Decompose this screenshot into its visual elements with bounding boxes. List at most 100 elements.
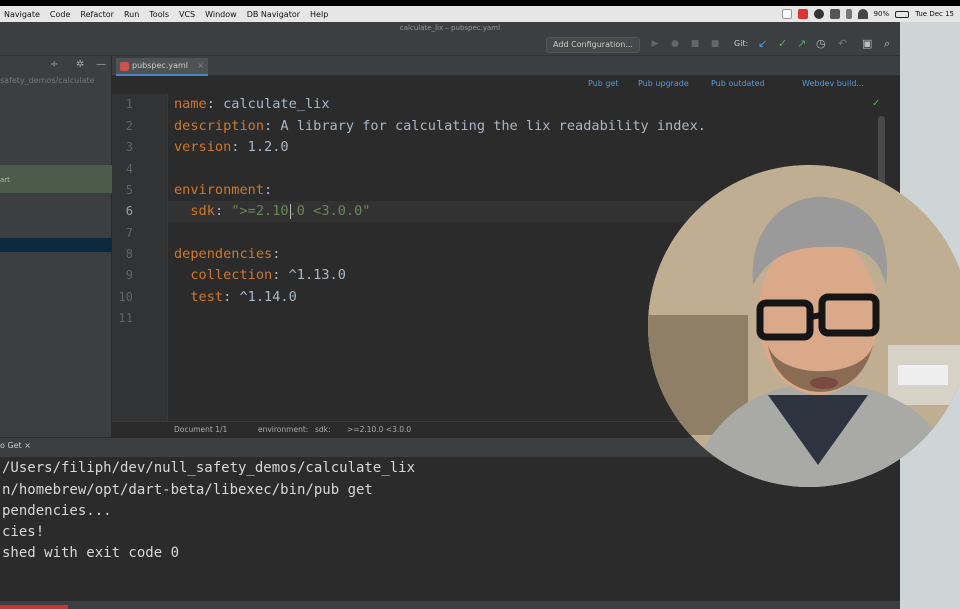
bottom-status-strip	[0, 601, 900, 609]
macos-menu-bar: Navigate Code Refactor Run Tools VCS Win…	[0, 6, 960, 22]
line-number: 3	[125, 140, 133, 154]
yaml-value: ^1.13.0	[280, 267, 346, 283]
menu-run[interactable]: Run	[124, 10, 139, 19]
code-line: dependencies:	[174, 246, 281, 262]
git-label: Git:	[734, 39, 749, 48]
rollback-icon[interactable]: ↶	[838, 37, 847, 50]
line-number: 8	[125, 247, 133, 261]
menu-vcs[interactable]: VCS	[179, 10, 195, 19]
presenter-avatar	[648, 165, 960, 487]
console-line: cies!	[2, 524, 45, 540]
breadcrumb-value[interactable]: >=2.10.0 <3.0.0	[347, 425, 411, 434]
yaml-value: 1.2.0	[239, 139, 289, 155]
yaml-key: dependencies	[174, 246, 273, 262]
code-line: description: A library for calculating t…	[174, 118, 706, 134]
git-commit-icon[interactable]: ✓	[778, 37, 787, 50]
status-indicator	[0, 605, 68, 609]
yaml-key: sdk	[190, 203, 215, 219]
yaml-file-icon	[120, 62, 129, 71]
yaml-value: calculate_lix	[214, 96, 330, 112]
bluetooth-icon[interactable]	[845, 9, 852, 19]
editor-scrollbar[interactable]	[878, 116, 885, 186]
yaml-value: A library for calculating the lix readab…	[272, 118, 706, 134]
run-icon[interactable]: ▶	[650, 39, 660, 49]
pub-upgrade-link[interactable]: Pub upgrade	[638, 79, 689, 88]
line-number: 10	[118, 290, 133, 304]
tab-label: pubspec.yaml	[132, 61, 188, 70]
git-update-icon[interactable]: ↙	[758, 37, 767, 50]
line-number: 5	[125, 183, 133, 197]
tree-row-label: art	[0, 176, 10, 184]
breadcrumb-document: Document 1/1	[174, 425, 228, 434]
yaml-key: test	[190, 289, 224, 305]
yaml-key: version	[174, 139, 232, 155]
line-number: 4	[125, 162, 133, 176]
search-icon[interactable]: ⌕	[884, 37, 890, 51]
pub-outdated-link[interactable]: Pub outdated	[711, 79, 765, 88]
stop-icon[interactable]: ■	[710, 39, 720, 49]
console-line: /Users/filiph/dev/null_safety_demos/calc…	[2, 460, 416, 476]
menu-db-navigator[interactable]: DB Navigator	[247, 10, 300, 19]
project-path[interactable]: safety_demos/calculate	[0, 76, 112, 85]
menu-help[interactable]: Help	[310, 10, 328, 19]
wifi-icon[interactable]	[857, 9, 868, 19]
project-panel: ÷ ✲ — safety_demos/calculate art	[0, 56, 112, 437]
webdev-build-link[interactable]: Webdev build...	[802, 79, 864, 88]
code-line: version: 1.2.0	[174, 139, 289, 155]
main-toolbar: Add Configuration... ▶ ● ■ ■ Git: ↙ ✓ ↗ …	[0, 34, 900, 56]
tab-pubspec-yaml[interactable]: pubspec.yaml ×	[116, 58, 208, 76]
code-line: sdk: ">=2.10.0 <3.0.0"	[190, 203, 371, 219]
menu-refactor[interactable]: Refactor	[80, 10, 114, 19]
window-title: calculate_lix – pubspec.yaml	[0, 22, 900, 34]
add-configuration-button[interactable]: Add Configuration...	[546, 37, 640, 53]
menu-bar-tray: 90% Tue Dec 15	[781, 6, 954, 22]
tree-row-dart[interactable]: art	[0, 165, 112, 193]
debug-icon[interactable]: ●	[670, 39, 680, 49]
line-gutter: 1 2 3 4 5 6 7 8 9 10 11	[112, 94, 168, 421]
line-number: 7	[125, 226, 133, 240]
yaml-key: name	[174, 96, 207, 112]
line-number: 6	[125, 204, 133, 218]
webcam-overlay	[648, 165, 960, 487]
run-tab-pub-get[interactable]: o Get ×	[0, 441, 31, 450]
yaml-key: description	[174, 118, 265, 134]
gear-icon[interactable]: ✲	[76, 59, 84, 70]
yaml-value: ^1.14.0	[231, 289, 297, 305]
line-number: 1	[125, 97, 133, 111]
console-line: n/homebrew/opt/dart-beta/libexec/bin/pub…	[2, 482, 373, 498]
yaml-string-value: ">=2.10.0 <3.0.0"	[231, 203, 371, 219]
history-icon[interactable]: ◷	[816, 37, 826, 50]
no-problems-check-icon[interactable]: ✓	[872, 98, 880, 109]
line-number: 9	[125, 268, 133, 282]
code-line: environment:	[174, 182, 273, 198]
editor-tabs: pubspec.yaml ×	[112, 56, 900, 76]
close-run-tab-icon[interactable]: ×	[24, 441, 31, 450]
breadcrumb-sdk[interactable]: sdk:	[315, 425, 331, 434]
tree-row-selected[interactable]	[0, 238, 112, 252]
battery-icon[interactable]	[895, 10, 910, 18]
close-tab-icon[interactable]: ×	[197, 58, 204, 74]
console-line: shed with exit code 0	[2, 545, 180, 561]
record-icon[interactable]	[797, 9, 808, 19]
breadcrumb-environment[interactable]: environment:	[258, 425, 308, 434]
line-number: 2	[125, 119, 133, 133]
yaml-key: environment	[174, 182, 265, 198]
menu-code[interactable]: Code	[50, 10, 70, 19]
menu-window[interactable]: Window	[205, 10, 237, 19]
git-push-icon[interactable]: ↗	[797, 37, 806, 50]
layout-icon[interactable]: ▣	[862, 37, 872, 50]
google-icon[interactable]	[781, 9, 792, 19]
menu-navigate[interactable]: Navigate	[4, 10, 40, 19]
pub-get-link[interactable]: Pub get	[588, 79, 619, 88]
clock[interactable]: Tue Dec 15	[915, 10, 954, 18]
hide-panel-icon[interactable]: —	[96, 59, 106, 70]
collapse-icon[interactable]: ÷	[50, 59, 58, 70]
menu-tools[interactable]: Tools	[149, 10, 169, 19]
coverage-icon[interactable]: ■	[690, 39, 700, 49]
pub-actions-bar: Pub get Pub upgrade Pub outdated Webdev …	[112, 76, 900, 94]
console-line: pendencies...	[2, 503, 112, 519]
sync-icon[interactable]	[829, 9, 840, 19]
code-line: name: calculate_lix	[174, 96, 330, 112]
cloud-icon[interactable]	[813, 9, 824, 19]
run-tab-label: o Get	[0, 441, 22, 450]
